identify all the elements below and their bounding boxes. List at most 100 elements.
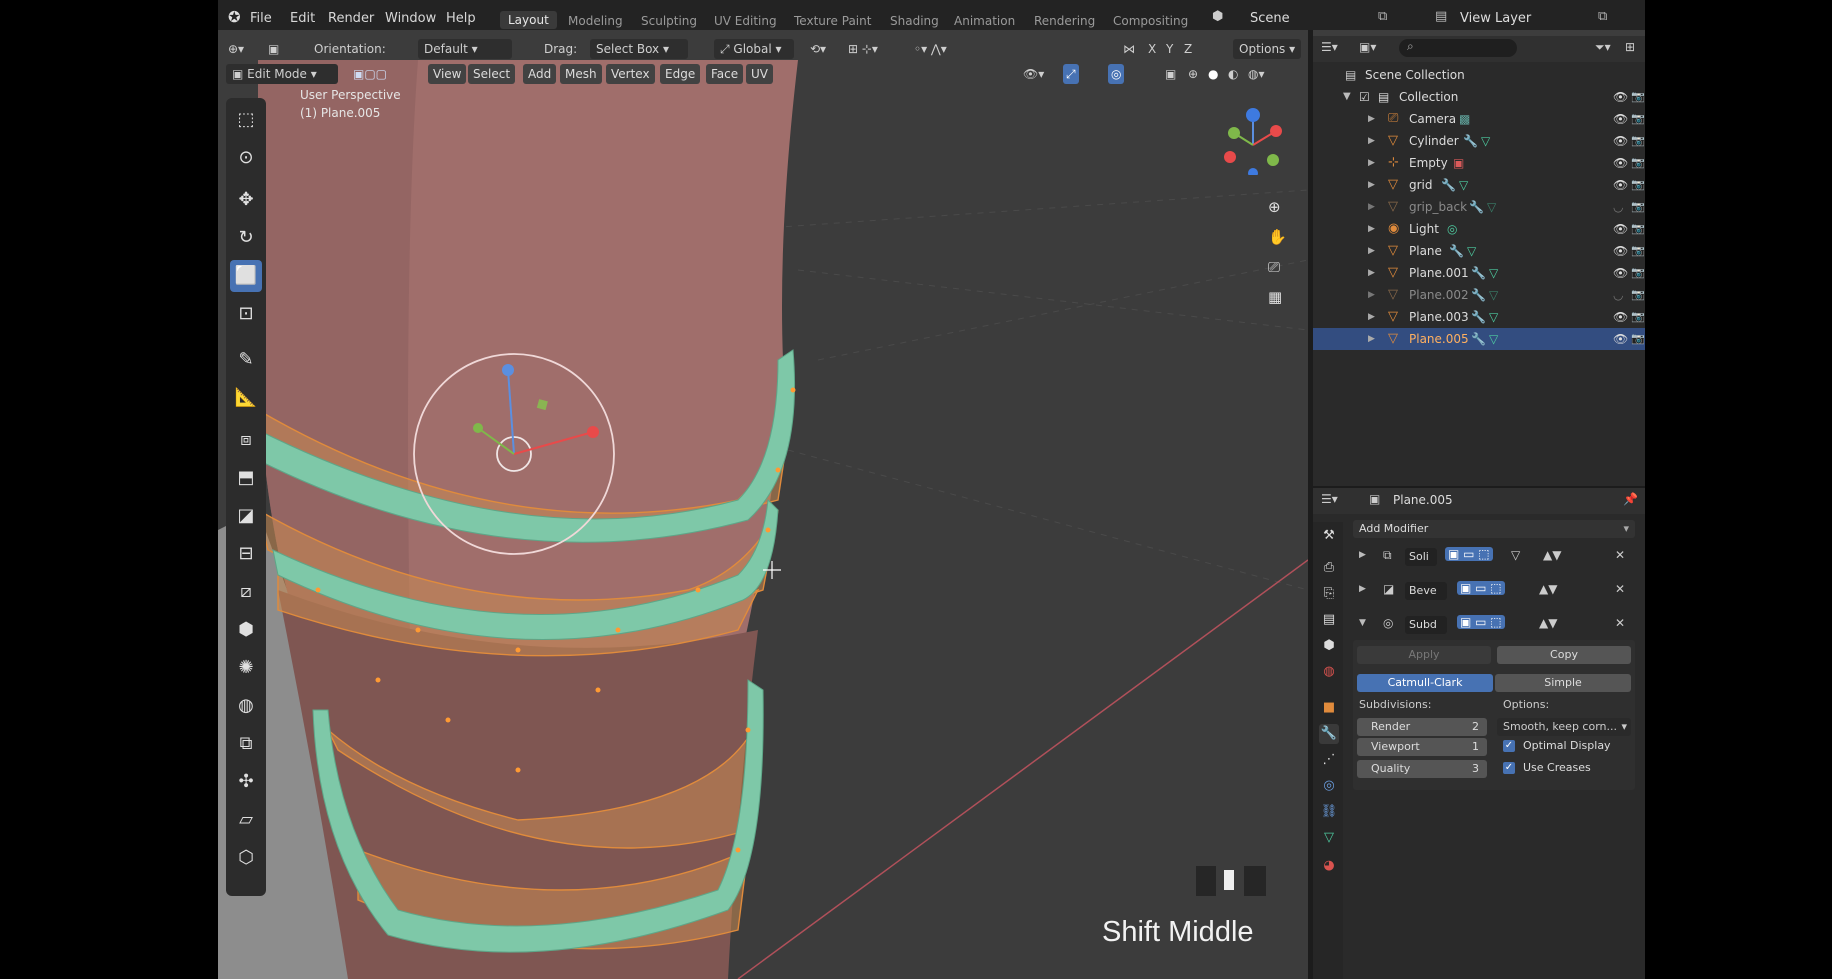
- gizmo-toggle-icon[interactable]: ⤢: [1063, 64, 1079, 84]
- orientation-dropdown[interactable]: Default ▾: [418, 39, 512, 59]
- axis-x-toggle[interactable]: X: [1148, 39, 1156, 59]
- tool-settings-icon[interactable]: ▣: [268, 39, 279, 59]
- mesh-data-icon[interactable]: ▽: [1489, 306, 1498, 328]
- tab-modeling[interactable]: Modeling: [568, 14, 623, 28]
- expand-icon[interactable]: ▶: [1368, 130, 1375, 152]
- constraints-tab-icon[interactable]: ⛓: [1319, 802, 1339, 822]
- modifier-wrench-icon[interactable]: 🔧: [1441, 174, 1456, 196]
- rotate-icon[interactable]: ↻: [230, 222, 262, 254]
- pan-hand-icon[interactable]: ✋: [1268, 228, 1287, 246]
- camera-render-icon[interactable]: 📷: [1631, 86, 1645, 108]
- particles-tab-icon[interactable]: ⋰: [1319, 750, 1339, 770]
- camera-render-icon[interactable]: 📷: [1631, 196, 1645, 218]
- menu-view[interactable]: View: [428, 64, 467, 84]
- edge-slide-icon[interactable]: ⧉: [230, 728, 262, 760]
- mirror-icon[interactable]: ⋈: [1123, 39, 1135, 59]
- quality-field[interactable]: Quality 3: [1357, 760, 1487, 778]
- expand-icon[interactable]: ▶: [1368, 284, 1375, 306]
- scene-name[interactable]: Scene: [1250, 11, 1290, 26]
- eye-icon[interactable]: 👁: [1613, 262, 1628, 284]
- world-tab-icon[interactable]: ◍: [1319, 662, 1339, 682]
- eye-icon[interactable]: 👁: [1613, 328, 1628, 350]
- eye-icon[interactable]: 👁: [1613, 152, 1628, 174]
- shading-solid-icon[interactable]: ●: [1208, 64, 1218, 84]
- scene-icon[interactable]: ⬢: [1212, 9, 1223, 24]
- modifier-wrench-icon[interactable]: 🔧: [1449, 240, 1464, 262]
- modifier-solidify[interactable]: ▶ ⧉ Soli ▣ ▭ ⬚ ▽ ▲▼ ✕: [1353, 544, 1635, 572]
- properties-editor-icon[interactable]: ☰▾: [1321, 492, 1338, 506]
- mesh-data-icon[interactable]: ▽: [1489, 284, 1498, 306]
- modifier-name-field[interactable]: Subd: [1405, 616, 1447, 634]
- modifier-wrench-icon[interactable]: 🔧: [1471, 262, 1486, 284]
- tab-texture-paint[interactable]: Texture Paint: [794, 14, 871, 28]
- outliner-item[interactable]: ▶ ▽ Plane.001 🔧 ▽ 👁 📷: [1313, 262, 1645, 284]
- outliner-item[interactable]: ▶ ▽ grid 🔧 ▽ 👁 📷: [1313, 174, 1645, 196]
- shading-material-icon[interactable]: ◐: [1228, 64, 1238, 84]
- eye-icon[interactable]: 👁: [1613, 306, 1628, 328]
- snap-icon[interactable]: ⊞ ⊹▾: [848, 39, 878, 59]
- camera-view-icon[interactable]: ⎚: [1268, 258, 1280, 276]
- ortho-grid-icon[interactable]: ▦: [1268, 288, 1282, 306]
- modifier-wrench-icon[interactable]: 🔧: [1471, 328, 1486, 350]
- expand-icon[interactable]: ▶: [1368, 240, 1375, 262]
- uv-smooth-dropdown[interactable]: Smooth, keep corn... ▾: [1497, 718, 1631, 736]
- render-levels-field[interactable]: Render 2: [1357, 718, 1487, 736]
- expand-icon[interactable]: ▶: [1368, 218, 1375, 240]
- use-creases-checkbox[interactable]: ✓: [1503, 762, 1515, 774]
- blender-logo-icon[interactable]: ✪: [228, 8, 241, 26]
- camera-render-icon[interactable]: 📷: [1631, 174, 1645, 196]
- pivot-icon[interactable]: ⟲▾: [810, 39, 826, 59]
- outliner-collection[interactable]: ▼ ☑ ▤ Collection 👁 📷: [1313, 86, 1645, 108]
- camera-render-icon[interactable]: 📷: [1631, 152, 1645, 174]
- overlay-toggle-icon[interactable]: ◎: [1108, 64, 1125, 84]
- spin-icon[interactable]: ✺: [230, 652, 262, 684]
- menu-render[interactable]: Render: [328, 11, 374, 26]
- bevel-icon[interactable]: ◪: [230, 500, 262, 532]
- expand-icon[interactable]: ▶: [1368, 328, 1375, 350]
- cursor-icon[interactable]: ⊙: [230, 142, 262, 174]
- view-layer-tab-icon[interactable]: ▤: [1319, 610, 1339, 630]
- annotate-icon[interactable]: ✎: [230, 344, 262, 376]
- outliner-editor-icon[interactable]: ☰▾: [1321, 40, 1338, 54]
- menu-window[interactable]: Window: [385, 11, 436, 26]
- shading-rendered-icon[interactable]: ◍▾: [1248, 64, 1265, 84]
- 3d-viewport[interactable]: ⊕▾ ▣ Orientation: Default ▾ Drag: Select…: [218, 30, 1308, 979]
- expand-icon[interactable]: ▶: [1368, 152, 1375, 174]
- remove-modifier-icon[interactable]: ✕: [1615, 582, 1625, 596]
- expand-icon[interactable]: ▶: [1368, 108, 1375, 130]
- camera-render-icon[interactable]: 📷: [1631, 328, 1645, 350]
- loop-cut-icon[interactable]: ⊟: [230, 538, 262, 570]
- tab-rendering[interactable]: Rendering: [1034, 14, 1095, 28]
- filter-icon[interactable]: ⏷▾: [1595, 40, 1611, 55]
- modifier-name-field[interactable]: Soli: [1405, 548, 1437, 566]
- viewport-levels-field[interactable]: Viewport 1: [1357, 738, 1487, 756]
- tab-sculpting[interactable]: Sculpting: [641, 14, 697, 28]
- camera-render-icon[interactable]: 📷: [1631, 284, 1645, 306]
- select-box-icon[interactable]: ⬚: [230, 104, 262, 136]
- navigation-gizmo[interactable]: [1218, 105, 1288, 175]
- move-icon[interactable]: ✥: [230, 184, 262, 216]
- outliner-item-selected[interactable]: ▶ ▽ Plane.005 🔧 ▽ 👁 📷: [1313, 328, 1645, 350]
- shading-wireframe-icon[interactable]: ⊕: [1188, 64, 1198, 84]
- tab-animation[interactable]: Animation: [954, 14, 1015, 28]
- move-up-icon[interactable]: ▲▼: [1539, 582, 1557, 596]
- render-tab-icon[interactable]: ⎙: [1319, 558, 1339, 578]
- eye-icon[interactable]: 👁: [1613, 86, 1628, 108]
- modifier-bevel[interactable]: ▶ ◪ Beve ▣ ▭ ⬚ ▲▼ ✕: [1353, 578, 1635, 606]
- tab-compositing[interactable]: Compositing: [1113, 14, 1188, 28]
- remove-modifier-icon[interactable]: ✕: [1615, 548, 1625, 562]
- viewport-scene[interactable]: [218, 30, 1308, 979]
- simple-button[interactable]: Simple: [1495, 674, 1631, 692]
- menu-face[interactable]: Face: [706, 64, 744, 84]
- mesh-data-icon[interactable]: ▽: [1481, 130, 1490, 152]
- modifier-tab-icon[interactable]: 🔧: [1319, 724, 1339, 744]
- view-layer-name[interactable]: View Layer: [1460, 11, 1531, 26]
- eye-icon[interactable]: 👁: [1613, 174, 1628, 196]
- knife-icon[interactable]: ⧄: [230, 576, 262, 608]
- mesh-data-icon[interactable]: ▽: [1489, 262, 1498, 284]
- add-modifier-dropdown[interactable]: Add Modifier ▾: [1353, 520, 1635, 538]
- camera-render-icon[interactable]: 📷: [1631, 108, 1645, 130]
- menu-file[interactable]: File: [250, 11, 272, 26]
- outliner-item[interactable]: ▶ ▽ grip_back 🔧 ▽ ◡ 📷: [1313, 196, 1645, 218]
- zoom-icon[interactable]: ⊕: [1268, 198, 1281, 216]
